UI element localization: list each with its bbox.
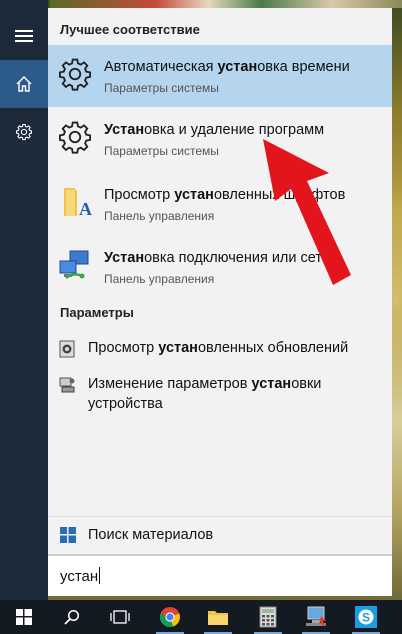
- network-icon: [58, 248, 92, 282]
- result-title: Просмотр установленных шрифтов: [104, 187, 345, 203]
- result-title: Установка подключения или сети: [104, 250, 330, 266]
- file-explorer-icon[interactable]: [198, 600, 238, 634]
- fonts-folder-icon: A: [58, 185, 92, 219]
- text-caret: [99, 567, 101, 584]
- home-icon[interactable]: [0, 60, 48, 108]
- result-subtitle: Параметры системы: [104, 81, 219, 95]
- title-text: овка подключения или сети: [144, 250, 331, 266]
- updates-icon: [58, 340, 76, 358]
- remote-desktop-icon[interactable]: [296, 600, 336, 634]
- title-text: Изменение параметров: [88, 376, 252, 392]
- svg-text:S: S: [362, 611, 370, 625]
- menu-icon[interactable]: [0, 12, 48, 60]
- settings-result-title: Просмотр установленных обновлений: [88, 338, 378, 358]
- title-text: овка и удаление программ: [144, 122, 325, 138]
- chrome-icon[interactable]: [150, 600, 190, 634]
- section-settings: Параметры: [60, 305, 134, 320]
- title-text: овленных шрифтов: [213, 187, 346, 203]
- taskbar: S: [0, 600, 402, 634]
- settings-result-item[interactable]: Просмотр установленных обновлений: [48, 336, 392, 364]
- windows-logo-icon: [60, 527, 76, 543]
- title-text: Просмотр: [88, 340, 159, 356]
- title-text: Автоматическая: [104, 59, 218, 75]
- title-text: овка времени: [257, 59, 350, 75]
- store-search-item[interactable]: Поиск материалов: [48, 516, 392, 555]
- section-best-match: Лучшее соответствие: [60, 22, 200, 37]
- start-rail: [0, 0, 48, 600]
- search-button[interactable]: [52, 600, 92, 634]
- title-text: овленных обновлений: [197, 340, 349, 356]
- device-settings-icon: [58, 376, 76, 394]
- settings-result-item[interactable]: Изменение параметров установки устройств…: [48, 372, 392, 418]
- result-title: Автоматическая установка времени: [104, 59, 350, 75]
- result-subtitle: Панель управления: [104, 272, 215, 286]
- title-match-highlight: устан: [251, 376, 292, 392]
- result-item[interactable]: A Просмотр установленных шрифтов Панель уп…: [48, 173, 392, 235]
- task-view-button[interactable]: [100, 600, 140, 634]
- settings-gear-icon[interactable]: [0, 108, 48, 156]
- start-button[interactable]: [4, 600, 44, 634]
- calculator-icon[interactable]: [248, 600, 288, 634]
- result-subtitle: Панель управления: [104, 209, 215, 223]
- gear-icon: [58, 120, 92, 154]
- skype-icon[interactable]: S: [346, 600, 386, 634]
- search-results-panel: Лучшее соответствие Автоматическая устан…: [48, 8, 392, 554]
- result-subtitle: Параметры системы: [104, 144, 219, 158]
- result-item[interactable]: Установка и удаление программ Параметры с…: [48, 108, 392, 170]
- result-title: Установка и удаление программ: [104, 122, 324, 138]
- title-text: Просмотр: [104, 187, 175, 203]
- svg-text:A: A: [79, 199, 92, 219]
- title-match-highlight: Устан: [104, 122, 145, 138]
- search-query: устан: [60, 568, 99, 585]
- title-match-highlight: устан: [217, 59, 258, 75]
- store-search-label: Поиск материалов: [88, 527, 214, 543]
- title-match-highlight: Устан: [104, 250, 145, 266]
- title-match-highlight: устан: [174, 187, 214, 203]
- result-item[interactable]: Автоматическая установка времени Параметр…: [48, 45, 392, 107]
- result-item[interactable]: Установка подключения или сети Панель упр…: [48, 236, 392, 298]
- search-input[interactable]: устан: [48, 554, 392, 596]
- settings-result-title: Изменение параметров установки устройств…: [88, 374, 378, 414]
- gear-icon: [58, 57, 92, 91]
- title-match-highlight: устан: [158, 340, 198, 356]
